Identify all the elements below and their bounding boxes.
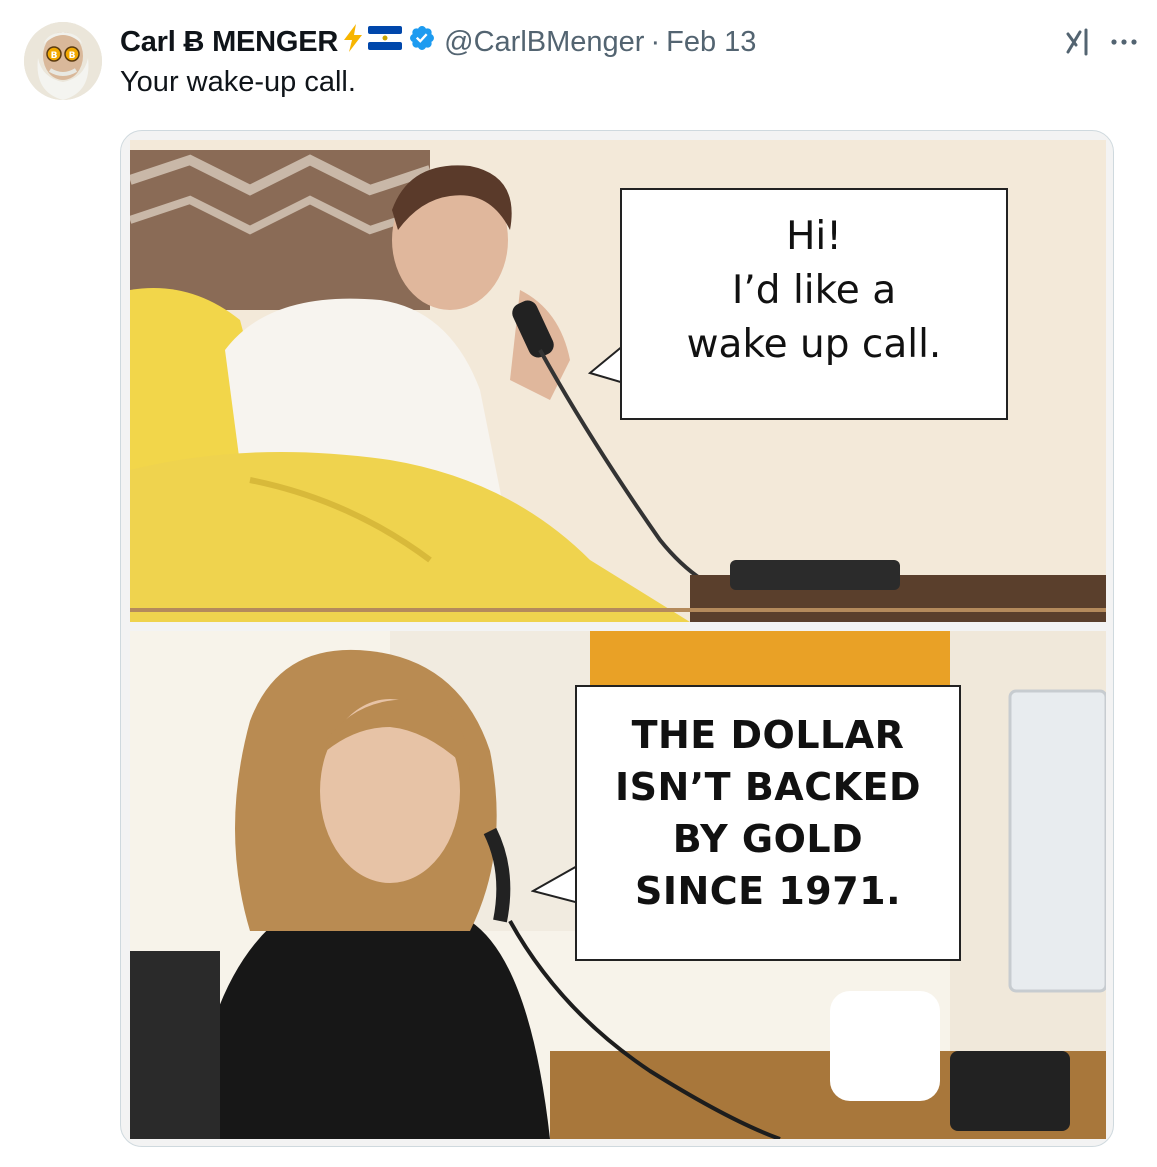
- user-handle[interactable]: @CarlBMenger: [444, 26, 644, 59]
- separator: ·: [650, 25, 661, 58]
- tweet-text: Your wake-up call.: [120, 66, 356, 98]
- lightning-icon: [342, 23, 364, 61]
- svg-text:B: B: [51, 51, 58, 61]
- avatar[interactable]: B B: [24, 22, 102, 100]
- grok-icon[interactable]: [1062, 26, 1094, 58]
- bubble-bottom-line-4: SINCE 1971.: [634, 869, 902, 913]
- tweet[interactable]: B B Carl Ƀ MENGER @CarlBMenger · Feb 13 …: [0, 0, 1157, 1167]
- bubble-bottom-line-3: BY GOLD: [672, 817, 864, 861]
- meme-panel-top: Hi! I’d like a wake up call.: [130, 140, 1106, 622]
- display-name[interactable]: Carl Ƀ MENGER: [120, 26, 338, 59]
- bubble-bottom-line-2: ISN’T BACKED: [614, 765, 922, 809]
- bubble-top-line-2: I’d like a: [731, 268, 897, 313]
- bubble-bottom-line-1: THE DOLLAR: [631, 713, 905, 757]
- speech-bubble-top: Hi! I’d like a wake up call.: [588, 188, 1008, 420]
- more-icon[interactable]: [1106, 28, 1142, 56]
- tweet-date[interactable]: Feb 13: [666, 26, 756, 59]
- tweet-header: Carl Ƀ MENGER @CarlBMenger · Feb 13: [120, 22, 756, 62]
- bubble-top-line-3: wake up call.: [686, 322, 942, 367]
- tweet-media[interactable]: Hi! I’d like a wake up call. THE DOLLAR …: [120, 130, 1114, 1147]
- meme-panel-bottom: THE DOLLAR ISN’T BACKED BY GOLD SINCE 19…: [130, 631, 1106, 1139]
- bubble-top-line-1: Hi!: [786, 214, 842, 259]
- svg-text:B: B: [69, 51, 76, 61]
- avatar-image: B B: [24, 22, 102, 100]
- verified-badge-icon[interactable]: [408, 24, 436, 60]
- el-salvador-flag-icon: [368, 25, 403, 59]
- speech-bubble-bottom: THE DOLLAR ISN’T BACKED BY GOLD SINCE 19…: [531, 685, 961, 961]
